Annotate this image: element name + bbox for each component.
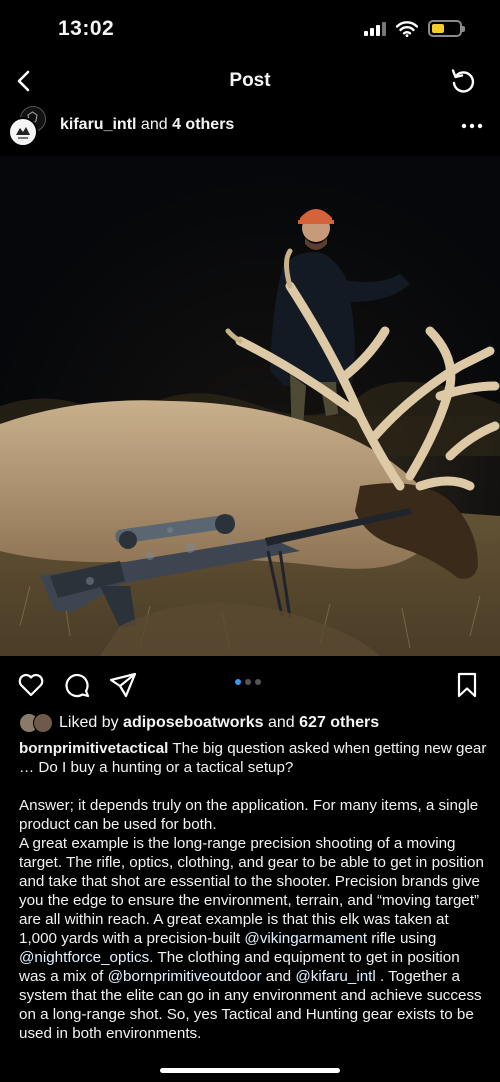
avatar: [33, 713, 53, 733]
mention-link[interactable]: @vikingarmament: [244, 930, 367, 947]
refresh-icon[interactable]: [448, 66, 478, 96]
avatar: [8, 117, 38, 147]
home-indicator[interactable]: [160, 1068, 340, 1073]
likes-others[interactable]: 627 others: [299, 714, 379, 731]
author-and: and: [140, 116, 168, 133]
author-others[interactable]: 4 others: [172, 116, 234, 133]
author-username[interactable]: kifaru_intl: [60, 116, 136, 133]
status-time: 13:02: [58, 17, 115, 40]
caption-paragraph: A great example is the long-range precis…: [19, 834, 489, 1043]
author-avatars[interactable]: [8, 106, 50, 152]
heart-icon[interactable]: [16, 670, 46, 700]
caption-author[interactable]: bornprimitivetactical: [19, 740, 168, 757]
cellular-signal-icon: [364, 21, 386, 36]
likes-and: and: [267, 714, 295, 731]
post-header: kifaru_intl and 4 others: [0, 106, 500, 156]
battery-icon: [428, 20, 465, 37]
status-bar: 13:02: [0, 0, 500, 58]
action-bar: [0, 666, 500, 704]
caption-text: rifle using: [371, 930, 437, 947]
carousel-dot: [235, 679, 241, 685]
more-horizontal-icon[interactable]: [460, 116, 484, 136]
comment-icon[interactable]: [62, 670, 92, 700]
page-title: Post: [229, 70, 271, 91]
status-icons: [364, 20, 465, 37]
caption-text: and: [265, 968, 292, 985]
caption-first-paragraph: bornprimitivetactical The big question a…: [19, 739, 489, 777]
post-caption: bornprimitivetactical The big question a…: [19, 739, 489, 1043]
liker-username[interactable]: adiposeboatworks: [123, 714, 263, 731]
carousel-dot: [255, 679, 261, 685]
bookmark-icon[interactable]: [452, 670, 482, 700]
wifi-icon: [396, 20, 418, 37]
post-photo[interactable]: [0, 156, 500, 656]
likes-prefix: Liked by: [59, 714, 119, 731]
likes-text[interactable]: Liked by adiposeboatworks and 627 others: [59, 714, 379, 732]
post-author-line[interactable]: kifaru_intl and 4 others: [60, 116, 234, 134]
mention-link[interactable]: @kifaru_intl: [295, 968, 375, 985]
send-icon[interactable]: [108, 670, 138, 700]
likes-line[interactable]: Liked by adiposeboatworks and 627 others: [19, 712, 379, 734]
carousel-indicator: [235, 679, 261, 685]
mention-link[interactable]: @nightforce_optics: [19, 949, 149, 966]
mention-link[interactable]: @bornprimitiveoutdoor: [108, 968, 262, 985]
carousel-dot: [245, 679, 251, 685]
nav-bar: Post: [0, 58, 500, 104]
caption-text: Answer; it depends truly on the applicat…: [19, 797, 479, 833]
